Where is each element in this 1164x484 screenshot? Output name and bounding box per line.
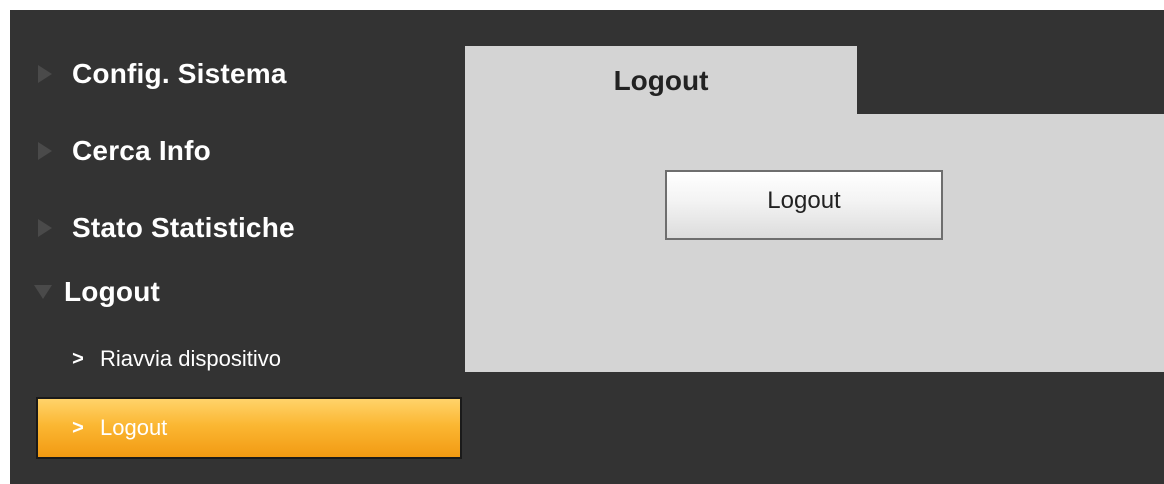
sidebar-subitem-riavvia-dispositivo[interactable]: > Riavvia dispositivo bbox=[10, 340, 462, 378]
sidebar-subitem-logout[interactable]: > Logout bbox=[36, 397, 462, 459]
logout-button-label: Logout bbox=[767, 187, 841, 214]
sidebar-item-label: Config. Sistema bbox=[72, 58, 287, 89]
triangle-down-icon bbox=[34, 285, 52, 299]
sidebar-item-stato-statistiche[interactable]: Stato Statistiche bbox=[10, 208, 295, 248]
logout-button[interactable]: Logout bbox=[665, 170, 943, 240]
tab-label: Logout bbox=[613, 65, 709, 96]
sidebar-item-cerca-info[interactable]: Cerca Info bbox=[10, 131, 211, 171]
chevron-right-icon: > bbox=[72, 416, 84, 439]
sidebar-subitem-label: Logout bbox=[100, 415, 168, 440]
chevron-right-icon: > bbox=[72, 347, 84, 370]
sidebar-item-label: Logout bbox=[64, 276, 161, 307]
app-frame: Config. Sistema Cerca Info Stato Statist… bbox=[10, 10, 1164, 484]
sidebar-item-config-sistema[interactable]: Config. Sistema bbox=[10, 54, 287, 94]
triangle-right-icon bbox=[38, 65, 52, 83]
content-panel bbox=[465, 114, 1164, 372]
triangle-right-icon bbox=[38, 219, 52, 237]
tab-logout[interactable]: Logout bbox=[465, 46, 857, 116]
sidebar-subitem-label: Riavvia dispositivo bbox=[100, 346, 281, 371]
sidebar-item-label: Stato Statistiche bbox=[72, 212, 295, 243]
triangle-right-icon bbox=[38, 142, 52, 160]
sidebar-item-label: Cerca Info bbox=[72, 135, 211, 166]
sidebar-item-logout[interactable]: Logout bbox=[10, 272, 160, 312]
